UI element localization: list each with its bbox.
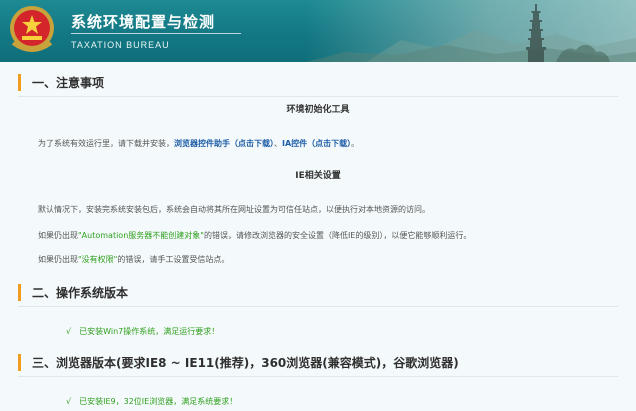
- para3-suffix: 的错误，请手工设置受信站点。: [117, 255, 230, 264]
- ie-settings-title: IE相关设置: [295, 171, 341, 181]
- check-icon: √: [66, 327, 72, 336]
- ia-control-download-link[interactable]: IA控件（点击下载）: [282, 139, 351, 148]
- app-header: 系统环境配置与检测 TAXATION BUREAU: [0, 0, 636, 62]
- ie-settings-paragraph-2: 如果仍出现"Automation服务器不能创建对象"的错误，请修改浏览器的安全设…: [38, 230, 471, 241]
- browser-control-download-link[interactable]: 浏览器控件助手（点击下载）: [174, 139, 274, 148]
- section-divider: [18, 376, 618, 377]
- section-notice-heading: 一、注意事项: [18, 72, 104, 92]
- browser-check-result: √ 已安装IE9，32位IE浏览器，满足系统要求！: [66, 396, 237, 407]
- link-separator: 、: [274, 139, 282, 148]
- init-tool-paragraph: 为了系统有效运行里，请下载并安装，浏览器控件助手（点击下载）、IA控件（点击下载…: [38, 138, 359, 149]
- init-tool-text: 为了系统有效运行里，请下载并安装，: [38, 139, 174, 148]
- app-title: 系统环境配置与检测: [71, 13, 216, 31]
- init-tool-end: 。: [351, 139, 360, 148]
- automation-error-text: "Automation服务器不能创建对象": [78, 231, 204, 240]
- section-os-title: 二、操作系统版本: [32, 285, 129, 300]
- section-notice-title: 一、注意事项: [32, 75, 105, 90]
- check-icon: √: [66, 397, 72, 406]
- browser-result-text: 已安装IE9，32位IE浏览器，满足系统要求！: [79, 397, 238, 406]
- permission-error-text: "没有权限": [78, 255, 118, 264]
- init-tool-title: 环境初始化工具: [286, 105, 350, 115]
- para2-suffix: 的错误，请修改浏览器的安全设置（降低IE的级别），以便它能够顺利运行。: [203, 231, 472, 240]
- section-accent-bar: [18, 353, 21, 371]
- title-divider: [71, 33, 241, 34]
- os-result-text: 已安装Win7操作系统，满足运行要求！: [79, 327, 220, 336]
- section-divider: [18, 96, 618, 97]
- os-check-result: √ 已安装Win7操作系统，满足运行要求！: [66, 326, 219, 337]
- section-os-heading: 二、操作系统版本: [18, 282, 128, 302]
- section-browser-title: 三、浏览器版本(要求IE8 ~ IE11(推荐)，360浏览器(兼容模式)，谷歌…: [32, 355, 459, 370]
- para3-prefix: 如果仍出现: [38, 255, 78, 264]
- para2-prefix: 如果仍出现: [38, 231, 78, 240]
- ie-settings-paragraph-3: 如果仍出现"没有权限"的错误，请手工设置受信站点。: [38, 254, 229, 265]
- national-emblem-icon: [10, 6, 54, 52]
- section-browser-heading: 三、浏览器版本(要求IE8 ~ IE11(推荐)，360浏览器(兼容模式)，谷歌…: [18, 352, 459, 372]
- section-accent-bar: [18, 283, 21, 301]
- main-content: 一、注意事项 环境初始化工具 为了系统有效运行里，请下载并安装，浏览器控件助手（…: [0, 62, 636, 411]
- pagoda-scenery-image: [306, 4, 636, 62]
- section-divider: [18, 306, 618, 307]
- section-accent-bar: [18, 73, 21, 91]
- ie-settings-paragraph-1: 默认情况下，安装完系统安装包后，系统会自动将其所在网址设置为可信任站点，以便执行…: [38, 205, 430, 214]
- app-subtitle: TAXATION BUREAU: [71, 40, 170, 50]
